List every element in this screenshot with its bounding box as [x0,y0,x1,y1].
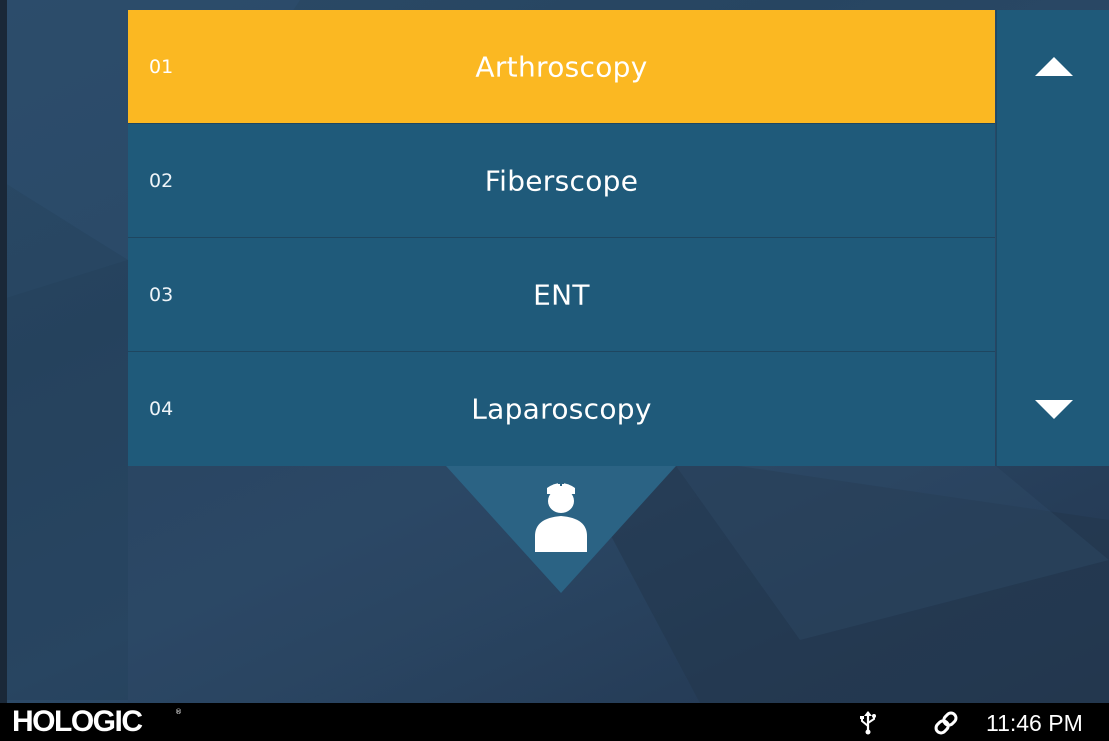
user-profile-tab[interactable] [446,466,676,593]
list-item-label: Laparoscopy [471,392,652,426]
link-icon [934,711,958,735]
status-bar: HOLOGIC ® 11:46 PM [0,703,1109,741]
nurse-icon [535,480,587,552]
clock: 11:46 PM [986,710,1083,736]
scroll-up-button[interactable] [997,10,1109,123]
list-item-ent[interactable]: 03 ENT [128,238,995,352]
list-item-arthroscopy[interactable]: 01 Arthroscopy [128,10,995,124]
list-scrollbar [996,10,1109,466]
list-item-label: Arthroscopy [475,50,648,83]
list-item-label: ENT [533,278,590,311]
procedure-list: 01 Arthroscopy 02 Fiberscope 03 ENT 04 L… [128,10,995,466]
scroll-down-button[interactable] [997,353,1109,466]
registered-mark: ® [175,708,182,716]
triangle-up-icon [1034,57,1073,76]
left-bezel [0,0,7,703]
usb-icon [860,711,876,735]
list-item-laparoscopy[interactable]: 04 Laparoscopy [128,352,995,466]
hologic-logo: HOLOGIC [12,705,143,738]
list-item-fiberscope[interactable]: 02 Fiberscope [128,124,995,238]
triangle-down-icon [1034,400,1073,419]
procedure-selection-screen: 01 Arthroscopy 02 Fiberscope 03 ENT 04 L… [0,0,1109,741]
list-item-label: Fiberscope [484,164,639,197]
